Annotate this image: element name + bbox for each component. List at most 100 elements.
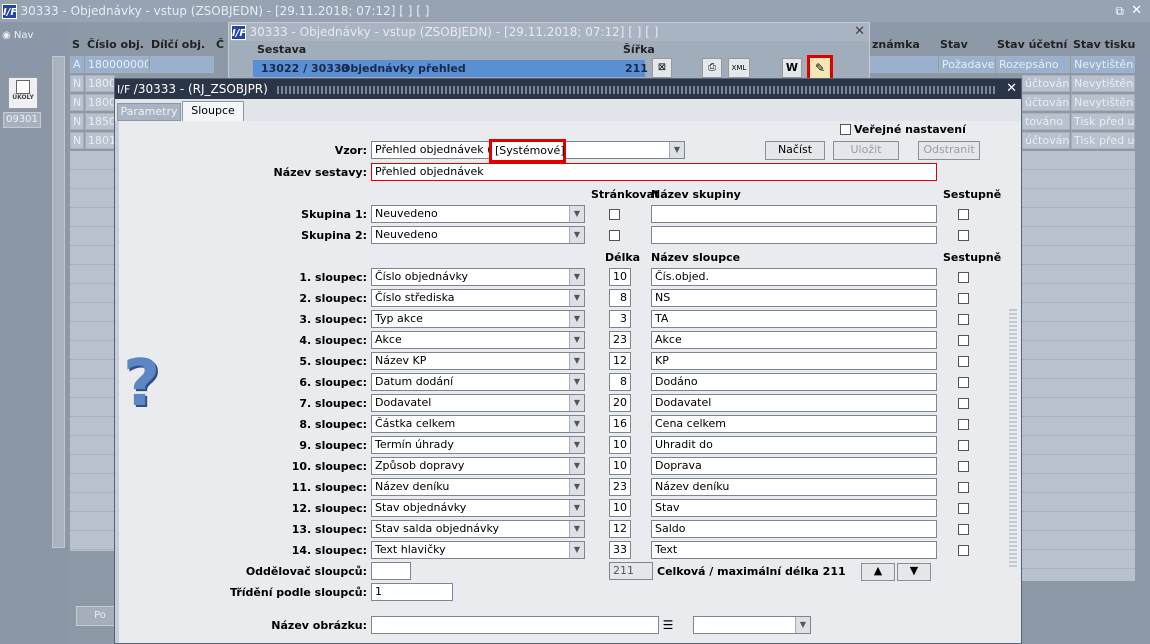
column-select[interactable]: Stav objednávky ▼ — [371, 499, 585, 517]
list-icon[interactable]: ☰ — [661, 616, 675, 634]
grid-cell[interactable]: Nevytištěno — [1071, 56, 1135, 73]
column-select[interactable]: Text hlavičky ▼ — [371, 541, 585, 559]
column-desc-checkbox[interactable] — [958, 293, 969, 304]
grid-cell[interactable]: 1801 — [85, 132, 115, 149]
chevron-down-icon[interactable]: ▼ — [569, 500, 584, 516]
delete-button[interactable]: Odstranit — [918, 141, 980, 160]
grid-cell[interactable] — [870, 56, 938, 73]
column-desc-checkbox[interactable] — [958, 377, 969, 388]
column-desc-checkbox[interactable] — [958, 545, 969, 556]
column-length-input[interactable]: 12 — [609, 352, 631, 370]
oddelovac-input[interactable] — [371, 562, 411, 580]
dialog-right-grip[interactable] — [1009, 309, 1017, 569]
chevron-down-icon[interactable]: ▼ — [569, 290, 584, 306]
chevron-down-icon[interactable]: ▼ — [569, 395, 584, 411]
grid-cell[interactable]: Tisk před uz — [1071, 132, 1135, 149]
column-length-input[interactable]: 8 — [609, 289, 631, 307]
report-row[interactable]: 13022 / 30333 Objednávky přehled — [253, 60, 645, 77]
group-page-checkbox[interactable] — [609, 230, 620, 241]
column-name-input[interactable]: Dodáno — [651, 373, 937, 391]
column-name-input[interactable]: Cena celkem — [651, 415, 937, 433]
grid-cell[interactable]: Rozepsáno — [996, 56, 1070, 73]
column-length-input[interactable]: 10 — [609, 436, 631, 454]
grid-cell[interactable]: Nevytištěno — [1071, 75, 1135, 92]
grid-cell[interactable] — [150, 56, 214, 73]
chevron-down-icon[interactable]: ▼ — [569, 332, 584, 348]
grid-cell[interactable]: účtováno — [1022, 75, 1070, 92]
obrazek-select[interactable]: ▼ — [693, 616, 811, 634]
group-select[interactable]: Neuvedeno ▼ — [371, 205, 585, 223]
chevron-down-icon[interactable]: ▼ — [569, 416, 584, 432]
export-xml-icon[interactable]: XML — [728, 58, 750, 78]
group-select[interactable]: Neuvedeno ▼ — [371, 226, 585, 244]
column-select[interactable]: Datum dodání ▼ — [371, 373, 585, 391]
column-select[interactable]: Způsob dopravy ▼ — [371, 457, 585, 475]
column-name-input[interactable]: Dodavatel — [651, 394, 937, 412]
grid-cell[interactable]: A — [70, 56, 84, 73]
grid-cell[interactable]: účtováno — [1022, 94, 1070, 111]
column-select[interactable]: Název deníku ▼ — [371, 478, 585, 496]
report-width[interactable]: 211 — [623, 60, 648, 77]
column-desc-checkbox[interactable] — [958, 461, 969, 472]
grid-cell[interactable]: Požadavek — [939, 56, 995, 73]
chevron-down-icon[interactable]: ▼ — [569, 269, 584, 285]
grid-cell[interactable]: Tisk před uz — [1071, 113, 1135, 130]
column-desc-checkbox[interactable] — [958, 398, 969, 409]
column-name-input[interactable]: Stav — [651, 499, 937, 517]
column-select[interactable]: Název KP ▼ — [371, 352, 585, 370]
group-desc-checkbox[interactable] — [958, 230, 969, 241]
column-desc-checkbox[interactable] — [958, 419, 969, 430]
column-select[interactable]: Číslo střediska ▼ — [371, 289, 585, 307]
chevron-down-icon[interactable]: ▼ — [569, 206, 584, 222]
column-name-input[interactable]: Saldo — [651, 520, 937, 538]
column-name-input[interactable]: Akce — [651, 331, 937, 349]
grid-cell[interactable]: N — [70, 75, 84, 92]
column-name-input[interactable]: Uhradit do — [651, 436, 937, 454]
ukoly-button[interactable]: ÚKOLY — [8, 77, 38, 109]
column-name-input[interactable]: Čís.objed. — [651, 268, 937, 286]
column-select[interactable]: Typ akce ▼ — [371, 310, 585, 328]
column-length-input[interactable]: 3 — [609, 310, 631, 328]
column-name-input[interactable]: Text — [651, 541, 937, 559]
column-length-input[interactable]: 23 — [609, 478, 631, 496]
nav-button[interactable]: ◉ Nav — [2, 30, 33, 41]
grid-cell[interactable]: 1850 — [85, 113, 115, 130]
chevron-down-icon[interactable]: ▼ — [569, 311, 584, 327]
close-icon[interactable]: ✕ — [1006, 79, 1017, 99]
column-select[interactable]: Akce ▼ — [371, 331, 585, 349]
chevron-down-icon[interactable]: ▼ — [569, 227, 584, 243]
chevron-down-icon[interactable]: ▼ — [669, 142, 684, 158]
column-length-input[interactable]: 10 — [609, 268, 631, 286]
group-page-checkbox[interactable] — [609, 209, 620, 220]
column-length-input[interactable]: 10 — [609, 457, 631, 475]
grid-cell[interactable]: 1800000001 — [85, 56, 149, 73]
tab-sloupce[interactable]: Sloupce — [182, 101, 244, 121]
column-length-input[interactable]: 23 — [609, 331, 631, 349]
chevron-down-icon[interactable]: ▼ — [569, 353, 584, 369]
column-length-input[interactable]: 16 — [609, 415, 631, 433]
column-name-input[interactable]: Název deníku — [651, 478, 937, 496]
grid-cell[interactable]: N — [70, 94, 84, 111]
column-name-input[interactable]: Doprava — [651, 457, 937, 475]
chevron-down-icon[interactable]: ▼ — [569, 437, 584, 453]
move-up-button[interactable]: ▲ — [861, 563, 895, 581]
column-select[interactable]: Částka celkem ▼ — [371, 415, 585, 433]
column-select[interactable]: Číslo objednávky ▼ — [371, 268, 585, 286]
obrazek-input[interactable] — [371, 616, 659, 634]
column-name-input[interactable]: TA — [651, 310, 937, 328]
group-desc-checkbox[interactable] — [958, 209, 969, 220]
column-name-input[interactable]: NS — [651, 289, 937, 307]
help-icon[interactable]: ? — [123, 349, 183, 419]
column-desc-checkbox[interactable] — [958, 272, 969, 283]
grid-cell[interactable]: 1800 — [85, 75, 115, 92]
column-select[interactable]: Dodavatel ▼ — [371, 394, 585, 412]
verejne-checkbox[interactable] — [840, 124, 851, 135]
column-desc-checkbox[interactable] — [958, 524, 969, 535]
grid-cell[interactable]: účtováno — [1022, 132, 1070, 149]
export-excel-icon[interactable]: ⊠ — [652, 58, 672, 78]
group-name-input[interactable] — [651, 226, 937, 244]
chevron-down-icon[interactable]: ▼ — [569, 542, 584, 558]
load-button[interactable]: Načíst — [765, 141, 825, 160]
chevron-down-icon[interactable]: ▼ — [569, 374, 584, 390]
column-desc-checkbox[interactable] — [958, 335, 969, 346]
